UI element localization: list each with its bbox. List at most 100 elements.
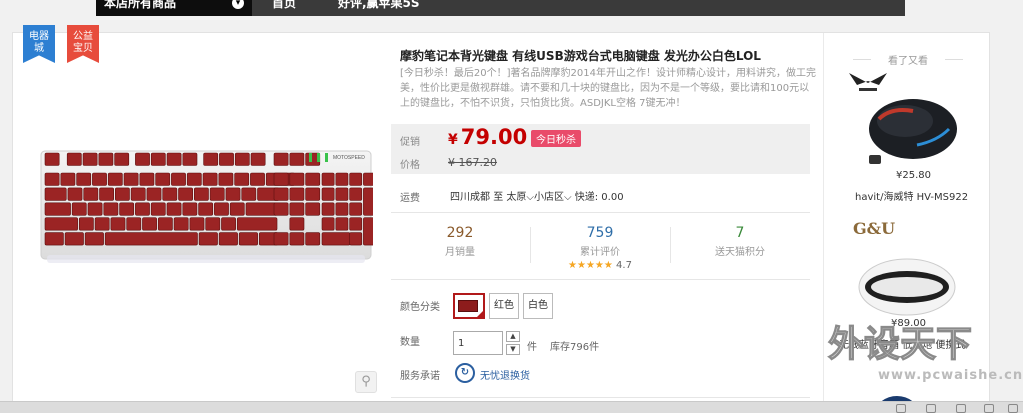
monthly-sales-label: 月销量 xyxy=(445,247,475,258)
chevron-down-icon: ⌵ xyxy=(563,192,572,203)
quantity-down-button[interactable]: ▼ xyxy=(506,344,520,355)
monthly-sales-value: 292 xyxy=(446,225,474,241)
volume-icon[interactable] xyxy=(926,404,936,413)
divider xyxy=(391,279,810,280)
keyboard-key xyxy=(66,152,82,166)
flag-icon[interactable] xyxy=(1008,404,1018,413)
keyboard-key xyxy=(214,202,229,216)
flash-sale-tag: 今日秒杀 xyxy=(531,130,581,147)
return-guarantee-link[interactable]: 无忧退换货 xyxy=(480,367,530,382)
keyboard-key xyxy=(289,172,305,186)
keyboard-key xyxy=(99,187,114,201)
keyboard-led-indicators xyxy=(309,153,328,162)
all-products-dropdown[interactable]: 本店所有商品 ▾ xyxy=(96,0,252,16)
price-box: 促销 ¥79.00 今日秒杀 价格 ¥ 167.20 xyxy=(391,124,810,174)
sidebar-item-name[interactable]: havit/海威特 HV-MS922 xyxy=(855,188,968,203)
gaming-mouse-image[interactable] xyxy=(861,87,959,167)
keyboard-key xyxy=(44,202,71,216)
keyboard-key xyxy=(166,152,182,166)
destination-city: 太原 xyxy=(506,192,527,203)
keyboard-key xyxy=(234,152,250,166)
keyboard-key xyxy=(130,187,146,201)
keyboard-key xyxy=(110,217,126,231)
selected-check-icon xyxy=(475,309,485,319)
keyboard-key xyxy=(305,187,321,201)
keyboard-key xyxy=(104,232,198,246)
color-option-image[interactable] xyxy=(453,293,485,319)
points-label: 送天猫积分 xyxy=(715,247,765,258)
points-value: 7 xyxy=(735,225,745,241)
keyboard-key xyxy=(82,152,98,166)
network-icon[interactable] xyxy=(896,404,906,413)
keyboard-key xyxy=(186,172,202,186)
keyboard-key xyxy=(335,202,349,216)
keyboard-key xyxy=(349,187,363,201)
keyboard-key xyxy=(205,217,221,231)
keyboard-key xyxy=(321,232,351,246)
rating-stars: ★★★★★ xyxy=(568,260,613,271)
keyboard-key xyxy=(60,172,76,186)
keyboard-key xyxy=(103,202,119,216)
charity-badge[interactable]: 公益宝贝 xyxy=(67,25,99,63)
watermark-text: 外设天下 xyxy=(828,324,972,365)
nav-link-promo[interactable]: 好评,赢苹果5S xyxy=(338,0,420,9)
keyboard-key xyxy=(363,217,373,246)
keyboard-key xyxy=(221,217,236,231)
keyboard-key xyxy=(123,172,139,186)
battery-icon[interactable] xyxy=(956,404,966,413)
current-price-value: 79.00 xyxy=(460,125,528,149)
keyboard-key xyxy=(119,202,135,216)
shipping-info: 四川成都 至 太原⌵小店区⌵ 快递: 0.00 xyxy=(450,188,624,203)
taskbar xyxy=(0,401,1023,413)
keyboard-key xyxy=(363,187,373,216)
action-center-icon[interactable] xyxy=(984,404,994,413)
shipping-to-word: 至 xyxy=(493,192,504,203)
keyboard-key xyxy=(218,232,238,246)
keyboard-key xyxy=(126,217,142,231)
keyboard-key xyxy=(115,187,130,201)
keyboard-key xyxy=(146,187,162,201)
keyboard-key xyxy=(171,172,186,186)
chevron-down-icon: ▾ xyxy=(232,0,244,9)
keyboard-key xyxy=(241,187,257,201)
keyboard-key xyxy=(198,232,218,246)
chevron-down-icon: ⌵ xyxy=(526,192,534,203)
zoom-icon[interactable]: ⚲ xyxy=(355,371,377,393)
electronics-badge-label: 电器城 xyxy=(29,31,49,54)
all-products-label: 本店所有商品 xyxy=(104,0,177,10)
keyboard-key xyxy=(225,187,241,201)
keyboard-key xyxy=(44,187,67,201)
keyboard-key xyxy=(209,187,225,201)
keyboard-key xyxy=(94,217,110,231)
color-option-white[interactable]: 白色 xyxy=(523,293,553,319)
electronics-badge[interactable]: 电器城 xyxy=(23,25,55,63)
keyboard-key xyxy=(236,217,278,231)
keyboard-key xyxy=(305,232,321,246)
destination-city-select[interactable]: 太原⌵ xyxy=(506,192,534,203)
return-guarantee-icon: ↻ xyxy=(455,363,475,383)
destination-district-select[interactable]: 小店区⌵ xyxy=(534,192,572,203)
shipping-label: 运费 xyxy=(400,193,420,204)
keyboard-key xyxy=(107,172,123,186)
divider xyxy=(391,397,810,398)
speaker-image[interactable] xyxy=(855,251,959,321)
keyboard-key xyxy=(64,232,84,246)
keyboard-key xyxy=(78,217,94,231)
keyboard-key xyxy=(83,187,99,201)
gu-brand-logo: G&U xyxy=(853,219,896,238)
quantity-input[interactable]: 1 xyxy=(453,331,503,355)
reviews-stat[interactable]: 759 累计评价 ★★★★★ 4.7 xyxy=(530,225,670,271)
keyboard-key xyxy=(139,172,155,186)
color-option-red[interactable]: 红色 xyxy=(489,293,519,319)
keyboard-product-image[interactable]: MOTOSPEED xyxy=(39,147,373,265)
keyboard-key xyxy=(135,152,150,166)
keyboard-key xyxy=(44,152,60,166)
current-price: ¥79.00 xyxy=(448,125,527,149)
keyboard-key xyxy=(182,202,198,216)
rating-score: 4.7 xyxy=(616,260,632,271)
keyboard-key xyxy=(273,152,289,166)
quantity-up-button[interactable]: ▲ xyxy=(506,331,520,342)
keyboard-key xyxy=(203,152,219,166)
keyboard-key xyxy=(250,172,265,186)
nav-link-home[interactable]: 首页 xyxy=(272,0,296,9)
